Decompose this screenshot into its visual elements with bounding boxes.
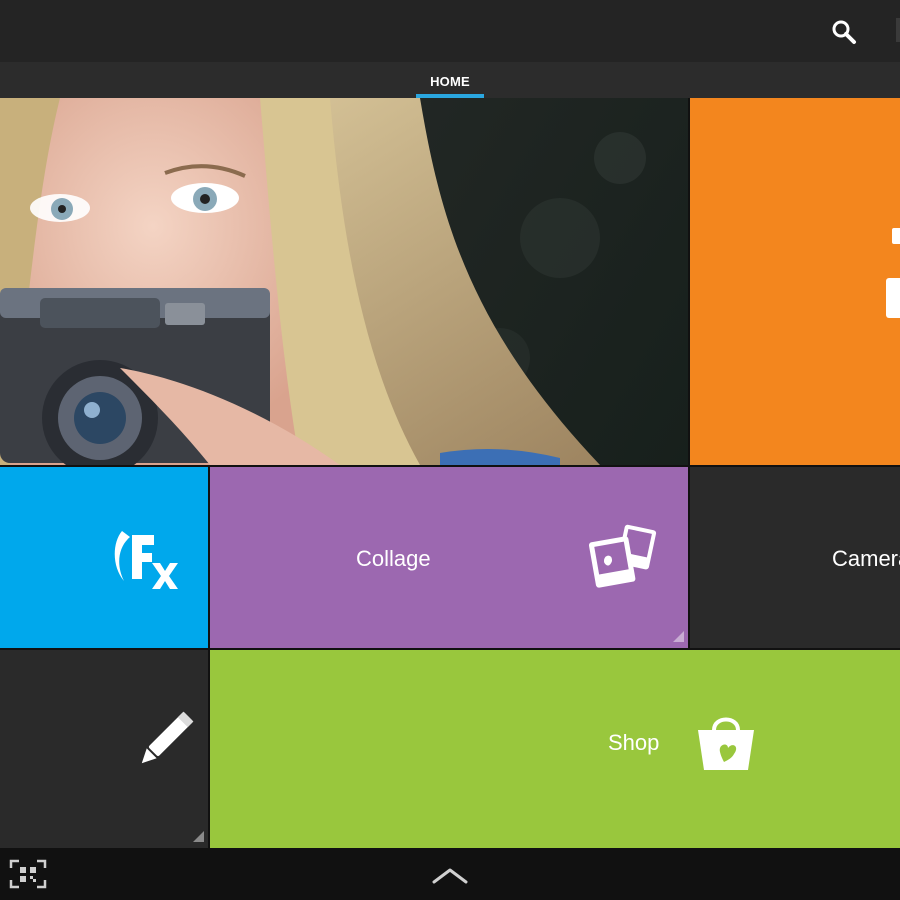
pencil-icon — [141, 711, 194, 764]
collage-corner-indicator — [673, 631, 684, 642]
overflow-menu-edge[interactable] — [896, 18, 900, 42]
qr-scan-button[interactable] — [8, 858, 48, 890]
collage-tile[interactable]: Collage — [210, 467, 688, 648]
featured-photo — [0, 98, 646, 465]
search-icon — [832, 20, 856, 44]
draw-tile[interactable] — [0, 650, 208, 848]
orange-tile-icon-edge — [886, 278, 900, 318]
bottom-bar — [0, 848, 900, 900]
orange-tile-icon-edge-top — [892, 228, 900, 244]
action-bar — [0, 0, 900, 62]
collage-label: Collage — [356, 546, 431, 571]
camera-tile[interactable]: Camera — [690, 467, 900, 648]
shopping-bag-icon — [698, 717, 754, 770]
orange-feature-tile[interactable] — [690, 98, 900, 465]
tab-bar: HOME — [0, 62, 900, 98]
collage-photos-icon — [588, 524, 657, 588]
shop-label: Shop — [608, 730, 660, 755]
effects-tile[interactable] — [0, 467, 208, 648]
chevron-up-icon — [432, 868, 468, 884]
draw-corner-indicator — [193, 831, 204, 842]
featured-photo-tile[interactable] — [0, 98, 688, 465]
tab-home-label: HOME — [430, 74, 470, 89]
fx-icon — [114, 531, 178, 589]
qr-scan-icon — [9, 859, 47, 889]
expand-up-button[interactable] — [428, 862, 472, 888]
tab-home[interactable]: HOME — [416, 62, 484, 98]
camera-label: Camera — [832, 546, 900, 571]
shop-tile[interactable]: Shop — [210, 650, 900, 848]
search-button[interactable] — [826, 14, 862, 50]
